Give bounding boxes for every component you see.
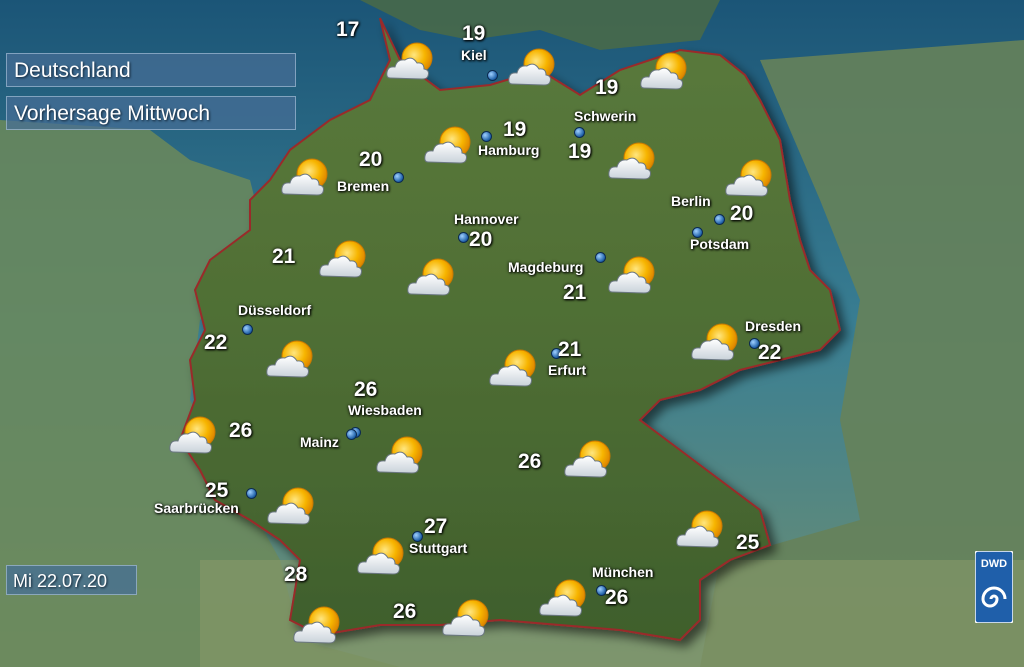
city-label-wiesbaden: Wiesbaden bbox=[348, 402, 422, 418]
temperature-label: 22 bbox=[758, 341, 782, 364]
temperature-label: 20 bbox=[730, 202, 754, 225]
temperature-label: 26 bbox=[518, 450, 542, 473]
sun-behind-cloud-icon bbox=[440, 595, 496, 641]
city-dot-icon-schwerin bbox=[574, 127, 585, 138]
temperature-label: 26 bbox=[229, 419, 253, 442]
city-label-erfurt: Erfurt bbox=[548, 362, 587, 378]
dwd-logo-text: DWD bbox=[981, 558, 1007, 570]
temperature-label: 19 bbox=[568, 140, 592, 163]
city-dot-icon-saarbruecken bbox=[246, 488, 257, 499]
temperature-label: 28 bbox=[284, 563, 308, 586]
temperature-label: 19 bbox=[503, 118, 527, 141]
sun-behind-cloud-icon bbox=[562, 436, 618, 482]
sun-behind-cloud-icon bbox=[405, 254, 461, 300]
dwd-logo: DWD bbox=[975, 551, 1013, 623]
city-label-muenchen: München bbox=[592, 564, 654, 580]
temperature-label: 20 bbox=[359, 148, 383, 171]
temperature-label: 21 bbox=[272, 245, 296, 268]
city-label-dresden: Dresden bbox=[745, 318, 802, 334]
temperature-label: 20 bbox=[469, 228, 493, 251]
city-label-kiel: Kiel bbox=[461, 47, 487, 63]
temperature-label: 27 bbox=[424, 515, 448, 538]
sun-behind-cloud-icon bbox=[291, 602, 347, 648]
forecast-title: Vorhersage Mittwoch bbox=[6, 96, 296, 130]
temperature-label: 26 bbox=[354, 378, 378, 401]
date-label: Mi 22.07.20 bbox=[6, 565, 137, 595]
temperature-label: 22 bbox=[204, 331, 228, 354]
sun-behind-cloud-icon bbox=[537, 575, 593, 621]
city-label-hamburg: Hamburg bbox=[478, 142, 540, 158]
sun-behind-cloud-icon bbox=[422, 122, 478, 168]
city-label-bremen: Bremen bbox=[337, 178, 390, 194]
weather-map: Deutschland Vorhersage Mittwoch Mi 22.07… bbox=[0, 0, 1024, 667]
sun-behind-cloud-icon bbox=[723, 155, 779, 201]
temperature-label: 19 bbox=[462, 22, 486, 45]
city-dot-icon-hannover bbox=[458, 232, 469, 243]
sun-behind-cloud-icon bbox=[674, 506, 730, 552]
sun-behind-cloud-icon bbox=[265, 483, 321, 529]
city-dot-icon-hamburg bbox=[481, 131, 492, 142]
city-label-mainz: Mainz bbox=[300, 434, 339, 450]
city-dot-icon-magdeburg bbox=[595, 252, 606, 263]
city-label-magdeburg: Magdeburg bbox=[508, 259, 584, 275]
region-title: Deutschland bbox=[6, 53, 296, 87]
city-label-schwerin: Schwerin bbox=[574, 108, 637, 124]
sun-behind-cloud-icon bbox=[606, 138, 662, 184]
sun-behind-cloud-icon bbox=[264, 336, 320, 382]
city-dot-icon-kiel bbox=[487, 70, 498, 81]
temperature-label: 19 bbox=[595, 76, 619, 99]
city-dot-icon-mainz bbox=[346, 429, 357, 440]
sun-behind-cloud-icon bbox=[279, 154, 335, 200]
sun-behind-cloud-icon bbox=[638, 48, 694, 94]
sun-behind-cloud-icon bbox=[606, 252, 662, 298]
city-label-stuttgart: Stuttgart bbox=[409, 540, 468, 556]
sun-behind-cloud-icon bbox=[317, 236, 373, 282]
temperature-label: 21 bbox=[558, 338, 582, 361]
sun-behind-cloud-icon bbox=[689, 319, 745, 365]
temperature-label: 26 bbox=[605, 586, 629, 609]
city-label-berlin: Berlin bbox=[671, 193, 711, 209]
city-dot-icon-berlin bbox=[714, 214, 725, 225]
city-dot-icon-duesseldorf bbox=[242, 324, 253, 335]
sun-behind-cloud-icon bbox=[506, 44, 562, 90]
city-label-potsdam: Potsdam bbox=[690, 236, 750, 252]
temperature-label: 17 bbox=[336, 18, 360, 41]
sun-behind-cloud-icon bbox=[384, 38, 440, 84]
city-dot-icon-bremen bbox=[393, 172, 404, 183]
city-label-hannover: Hannover bbox=[454, 211, 519, 227]
sun-behind-cloud-icon bbox=[487, 345, 543, 391]
sun-behind-cloud-icon bbox=[355, 533, 411, 579]
sun-behind-cloud-icon bbox=[167, 412, 223, 458]
city-label-duesseldorf: Düsseldorf bbox=[238, 302, 312, 318]
sun-behind-cloud-icon bbox=[374, 432, 430, 478]
temperature-label: 21 bbox=[563, 281, 587, 304]
temperature-label: 25 bbox=[205, 479, 229, 502]
temperature-label: 26 bbox=[393, 600, 417, 623]
temperature-label: 25 bbox=[736, 531, 760, 554]
